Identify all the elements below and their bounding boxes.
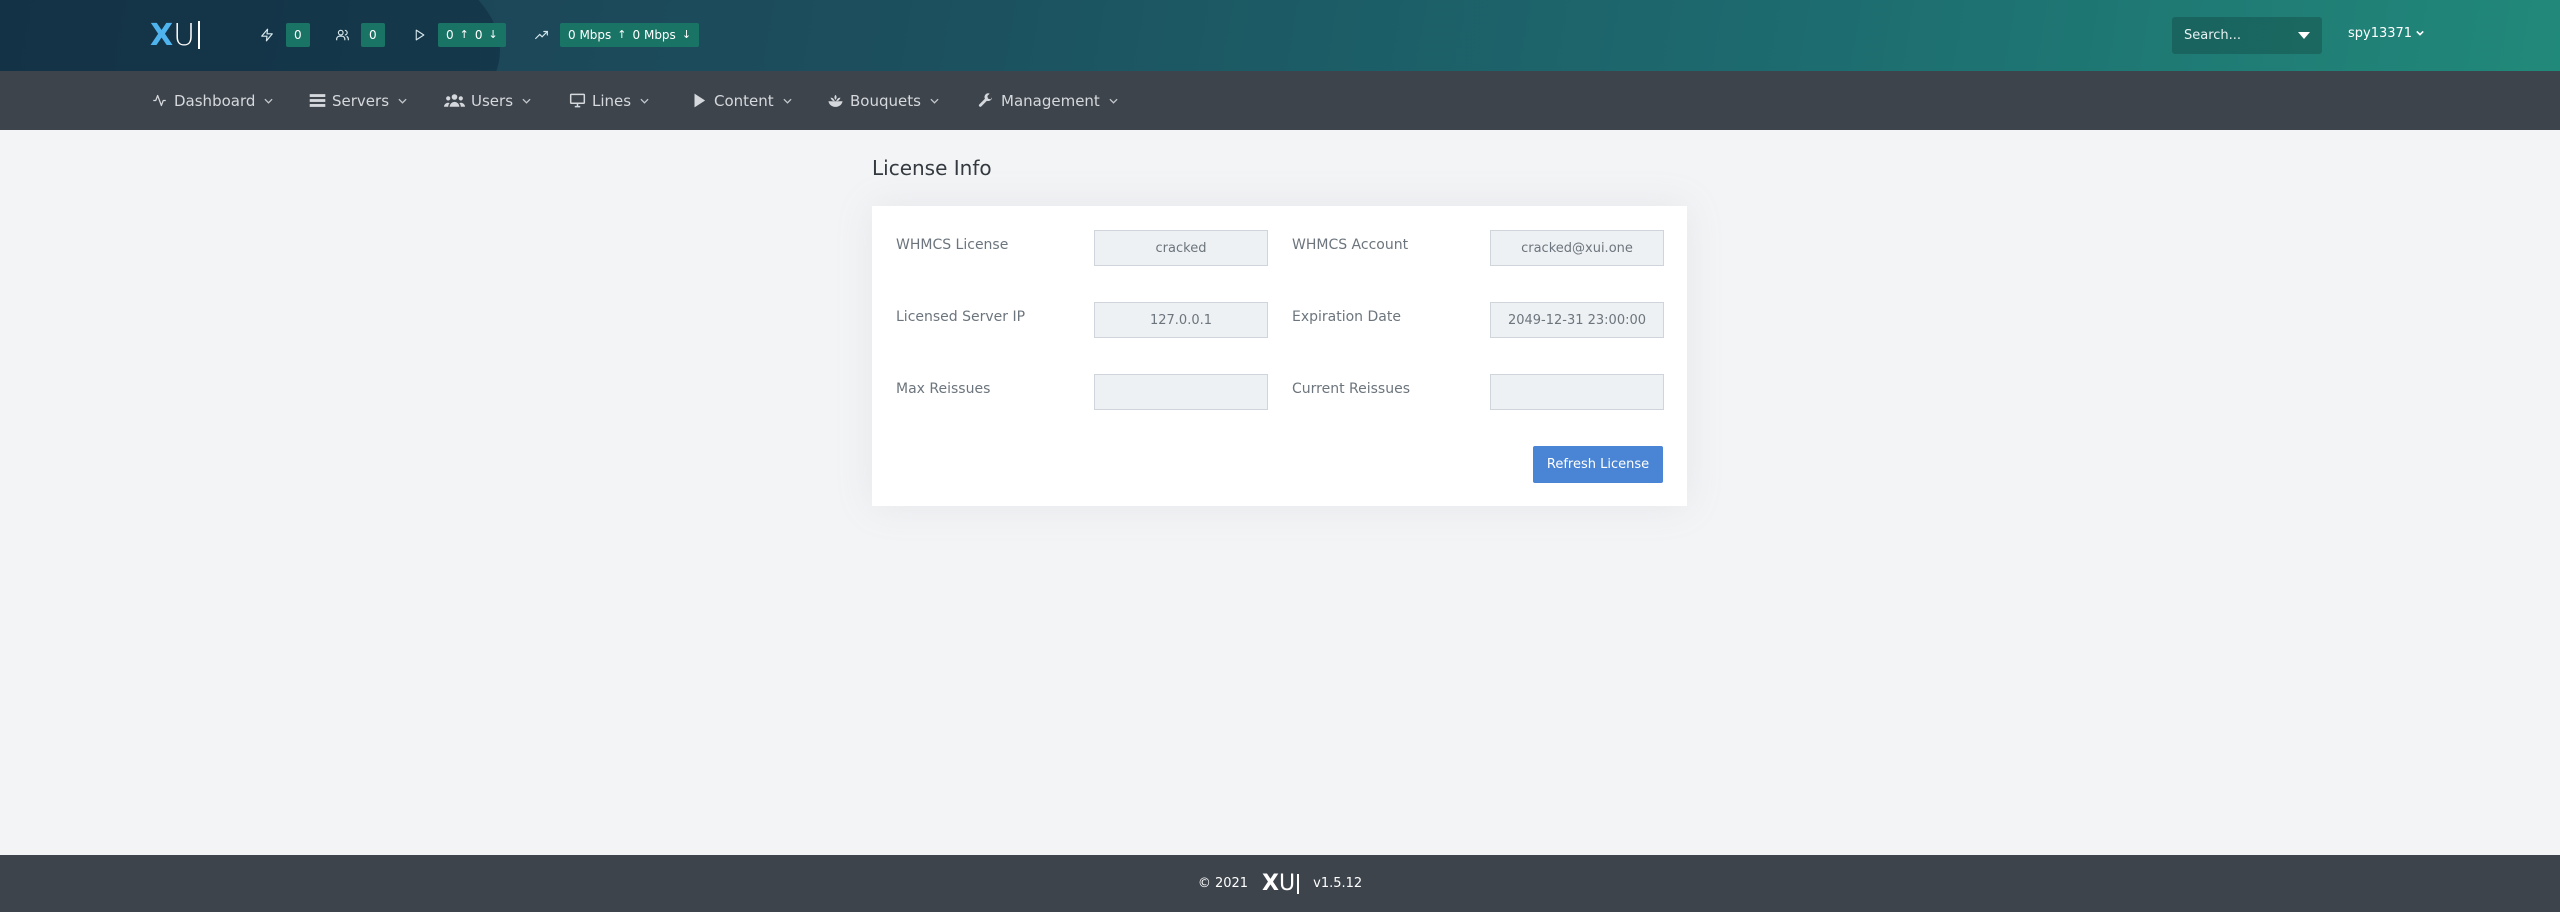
nav-label: Users xyxy=(471,91,514,110)
nav-dashboard[interactable]: Dashboard xyxy=(150,71,274,130)
stat-value: 0 xyxy=(369,28,377,42)
stat-connections[interactable]: 0 xyxy=(258,23,310,47)
xui-logo[interactable]: X U xyxy=(150,17,201,53)
stat-value-down: 0 Mbps xyxy=(632,28,676,42)
version-text: v1.5.12 xyxy=(1313,876,1363,891)
caret-down-icon[interactable] xyxy=(2298,32,2310,39)
arrow-up-icon: ↑ xyxy=(459,28,469,41)
arrow-down-icon: ↓ xyxy=(488,28,498,41)
stat-value-down: 0 xyxy=(474,28,483,42)
arrow-up-icon: ↑ xyxy=(617,28,627,41)
nav-label: Management xyxy=(1001,91,1100,110)
stat-streams[interactable]: 0 ↑ 0 ↓ xyxy=(410,23,506,47)
trend-up-icon xyxy=(532,26,550,44)
nav-content[interactable]: Content xyxy=(690,71,793,130)
search-box[interactable] xyxy=(2172,17,2322,54)
activity-icon xyxy=(150,92,168,110)
search-input[interactable] xyxy=(2184,28,2294,43)
logo-bar xyxy=(1297,873,1300,894)
whmcs-license-field[interactable] xyxy=(1094,230,1268,266)
page-title: License Info xyxy=(872,156,992,180)
chevron-down-icon xyxy=(1109,96,1119,106)
nav-users[interactable]: Users xyxy=(443,71,532,130)
chevron-down-icon xyxy=(930,96,940,106)
whmcs-account-label: WHMCS Account xyxy=(1292,237,1409,253)
users-icon xyxy=(443,92,465,110)
nav-lines[interactable]: Lines xyxy=(568,71,650,130)
chevron-down-icon xyxy=(398,96,408,106)
max-reissues-field[interactable] xyxy=(1094,374,1268,410)
nav-label: Servers xyxy=(332,91,390,110)
current-reissues-label: Current Reissues xyxy=(1292,381,1411,397)
logo-bar xyxy=(198,21,201,49)
main-nav: Dashboard Servers Users Lines Content Bo… xyxy=(0,71,2560,130)
stat-chip: 0 ↑ 0 ↓ xyxy=(438,23,506,47)
expiration-date-label: Expiration Date xyxy=(1292,309,1401,325)
stat-bandwidth[interactable]: 0 Mbps ↑ 0 Mbps ↓ xyxy=(532,23,700,47)
stat-value: 0 xyxy=(294,28,302,42)
server-ip-field[interactable] xyxy=(1094,302,1268,338)
current-reissues-field[interactable] xyxy=(1490,374,1664,410)
nav-bouquets[interactable]: Bouquets xyxy=(826,71,940,130)
footer: © 2021 X U v1.5.12 xyxy=(0,855,2560,912)
stat-chip: 0 Mbps ↑ 0 Mbps ↓ xyxy=(560,23,700,47)
top-bar: X U 0 0 0 ↑ 0 ↓ 0 Mbps ↑ 0 Mbps ↓ Search… xyxy=(0,0,2560,71)
server-icon xyxy=(308,92,326,110)
users-icon xyxy=(333,26,351,44)
refresh-license-button[interactable]: Refresh License xyxy=(1533,446,1663,483)
nav-label: Lines xyxy=(592,91,632,110)
play-icon xyxy=(410,26,428,44)
play-icon xyxy=(690,92,708,110)
logo-letter-x: X xyxy=(150,17,173,53)
stat-value-up: 0 Mbps xyxy=(568,28,612,42)
logo-letter-x: X xyxy=(1262,871,1279,896)
nav-label: Bouquets xyxy=(850,91,921,110)
stat-chip: 0 xyxy=(361,23,385,47)
chevron-down-icon xyxy=(264,96,274,106)
nav-label: Dashboard xyxy=(174,91,256,110)
whmcs-license-label: WHMCS License xyxy=(896,237,1009,253)
stat-value-up: 0 xyxy=(446,28,454,42)
chevron-down-icon xyxy=(2416,28,2424,39)
whmcs-account-field[interactable] xyxy=(1490,230,1664,266)
user-menu[interactable]: spy13371 xyxy=(2348,26,2424,41)
expiration-date-field[interactable] xyxy=(1490,302,1664,338)
monitor-icon xyxy=(568,92,586,110)
max-reissues-label: Max Reissues xyxy=(896,381,991,397)
logo-letter-u: U xyxy=(1279,871,1296,896)
chevron-down-icon xyxy=(522,96,532,106)
copyright-text: © 2021 xyxy=(1197,876,1249,891)
footer-logo: X U xyxy=(1262,871,1300,896)
server-ip-label: Licensed Server IP xyxy=(896,309,1026,325)
chevron-down-icon xyxy=(783,96,793,106)
nav-label: Content xyxy=(714,91,774,110)
arrow-down-icon: ↓ xyxy=(681,28,692,41)
license-card: WHMCS License WHMCS Account Licensed Ser… xyxy=(872,206,1687,506)
username: spy13371 xyxy=(2348,26,2413,41)
wrench-icon xyxy=(977,92,995,110)
stat-chip: 0 xyxy=(286,23,310,47)
nav-servers[interactable]: Servers xyxy=(308,71,408,130)
stat-users[interactable]: 0 xyxy=(333,23,385,47)
bouquet-icon xyxy=(826,92,844,110)
chevron-down-icon xyxy=(640,96,650,106)
nav-management[interactable]: Management xyxy=(977,71,1119,130)
bolt-icon xyxy=(258,26,276,44)
logo-letter-u: U xyxy=(173,17,196,53)
